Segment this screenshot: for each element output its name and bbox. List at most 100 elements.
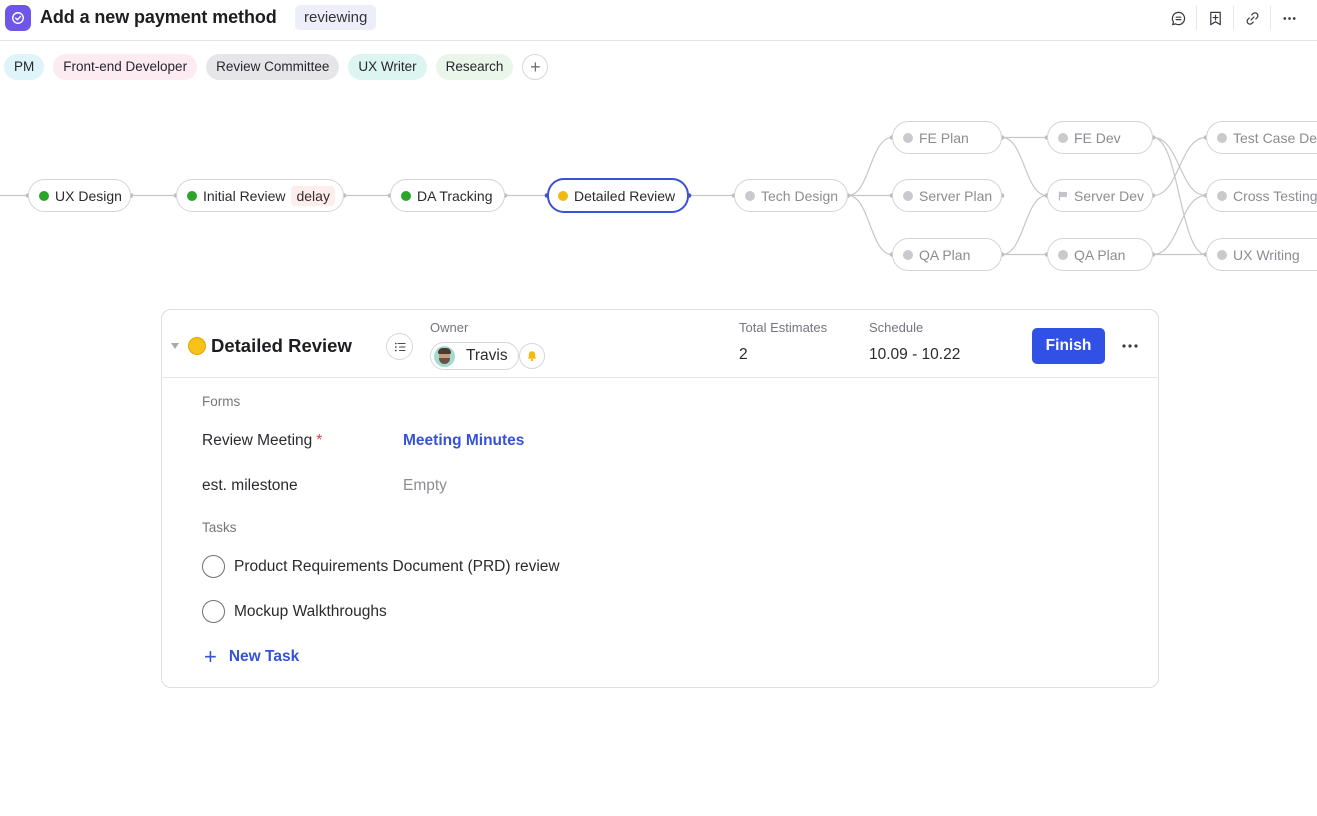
flow-node-server-plan[interactable]: Server Plan bbox=[892, 179, 1002, 212]
field-label-review-meeting: Review Meeting * bbox=[202, 432, 322, 450]
bell-icon bbox=[527, 351, 537, 362]
notify-button[interactable] bbox=[519, 343, 545, 369]
flow-node-label: UX Design bbox=[55, 187, 122, 204]
flow-node-label: FE Plan bbox=[919, 129, 969, 146]
flow-node-da-tracking[interactable]: DA Tracking bbox=[390, 179, 505, 212]
check-circle-icon bbox=[5, 5, 31, 31]
flow-node-label: FE Dev bbox=[1074, 129, 1121, 146]
more-horizontal-icon bbox=[1282, 16, 1296, 20]
role-chips: PM Front-end Developer Review Committee … bbox=[4, 54, 549, 80]
task-label[interactable]: Product Requirements Document (PRD) revi… bbox=[234, 558, 560, 576]
add-role-button[interactable]: + bbox=[522, 54, 549, 80]
flag-icon bbox=[1058, 191, 1067, 200]
page-header: Add a new payment method reviewing bbox=[0, 0, 1317, 41]
status-dot-icon bbox=[903, 132, 913, 143]
total-estimates-label: Total Estimates bbox=[739, 320, 828, 335]
flow-node-label: Server Dev bbox=[1074, 187, 1145, 204]
status-dot-icon bbox=[401, 190, 411, 201]
schedule-value[interactable]: 10.09 - 10.22 bbox=[869, 346, 960, 364]
new-task-button[interactable]: + New Task bbox=[204, 644, 300, 669]
flow-node-fe-plan[interactable]: FE Plan bbox=[892, 121, 1002, 154]
flow-node-label: Test Case De bbox=[1233, 129, 1317, 146]
card-header: Detailed Review Owner Travis Total Estim… bbox=[162, 310, 1158, 378]
link-button[interactable] bbox=[1234, 6, 1270, 30]
status-dot-icon bbox=[1058, 132, 1068, 143]
flow-node-cross-testing[interactable]: Cross Testing bbox=[1206, 179, 1317, 212]
flow-node-label: Initial Review bbox=[203, 187, 286, 204]
bookmark-button[interactable] bbox=[1197, 6, 1233, 30]
status-dot-icon bbox=[1217, 249, 1227, 260]
avatar bbox=[434, 345, 455, 367]
delay-badge: delay bbox=[291, 185, 335, 206]
flow-node-tech-design[interactable]: Tech Design bbox=[734, 179, 848, 212]
header-actions bbox=[1160, 6, 1307, 30]
plus-icon: + bbox=[204, 644, 217, 669]
tasks-section-label: Tasks bbox=[202, 520, 237, 535]
required-marker: * bbox=[316, 432, 323, 449]
flow-node-fe-dev[interactable]: FE Dev bbox=[1047, 121, 1153, 154]
flow-node-ux-design[interactable]: UX Design bbox=[28, 179, 131, 212]
flow-node-qa-plan-1[interactable]: QA Plan bbox=[892, 238, 1002, 271]
forms-section-label: Forms bbox=[202, 394, 241, 409]
flow-node-qa-plan-2[interactable]: QA Plan bbox=[1047, 238, 1153, 271]
role-chip-research[interactable]: Research bbox=[435, 54, 514, 80]
flow-edge-fe-plan-to-server-dev bbox=[1001, 136, 1048, 197]
flow-edge-tech-design-to-fe-plan bbox=[847, 136, 893, 197]
workflow-graph: UX Design Initial Review delay DA Tracking D… bbox=[0, 100, 1317, 290]
flow-edge-qa-plan-2-to-cross-testing bbox=[1152, 194, 1207, 256]
role-chip-front-end-developer[interactable]: Front-end Developer bbox=[53, 54, 198, 80]
status-dot-icon bbox=[745, 190, 755, 201]
flow-node-detailed-review[interactable]: Detailed Review bbox=[547, 178, 689, 213]
more-button[interactable] bbox=[1271, 6, 1307, 30]
owner-label: Owner bbox=[430, 320, 469, 335]
flow-edge-fe-dev-to-ux-writing bbox=[1152, 136, 1207, 256]
meeting-minutes-link[interactable]: Meeting Minutes bbox=[403, 432, 524, 450]
stage-status-dot bbox=[188, 337, 206, 355]
card-more-button[interactable] bbox=[1118, 336, 1142, 356]
task-checkbox[interactable] bbox=[202, 600, 225, 623]
list-icon bbox=[394, 342, 406, 351]
flow-node-server-dev[interactable]: Server Dev bbox=[1047, 179, 1153, 212]
finish-button[interactable]: Finish bbox=[1032, 328, 1105, 364]
task-list-button[interactable] bbox=[386, 333, 413, 360]
flow-node-label: Detailed Review bbox=[574, 187, 676, 204]
status-dot-icon bbox=[1217, 132, 1227, 143]
total-estimates-value: 2 bbox=[739, 346, 748, 363]
status-dot-icon bbox=[903, 190, 913, 201]
est-milestone-value[interactable]: Empty bbox=[403, 477, 447, 495]
stage-title: Detailed Review bbox=[211, 335, 352, 356]
field-label-text: Review Meeting bbox=[202, 432, 313, 449]
role-chip-ux-writer[interactable]: UX Writer bbox=[348, 54, 427, 80]
link-icon bbox=[1246, 11, 1258, 25]
flow-node-label: QA Plan bbox=[919, 246, 971, 263]
status-badge[interactable]: reviewing bbox=[295, 5, 377, 30]
task-item: Product Requirements Document (PRD) revi… bbox=[202, 555, 560, 578]
status-dot-icon bbox=[39, 190, 49, 201]
flow-edge-tech-design-to-qa-plan-1 bbox=[847, 194, 893, 256]
status-dot-icon bbox=[558, 190, 568, 201]
collapse-caret-icon[interactable] bbox=[171, 343, 179, 349]
owner-name: Travis bbox=[466, 347, 508, 364]
role-chip-review-committee[interactable]: Review Committee bbox=[206, 54, 340, 80]
role-chip-pm[interactable]: PM bbox=[4, 54, 45, 80]
flow-node-label: QA Plan bbox=[1074, 246, 1126, 263]
field-label-est-milestone: est. milestone bbox=[202, 477, 298, 494]
status-dot-icon bbox=[1217, 190, 1227, 201]
flow-node-test-case-design[interactable]: Test Case De bbox=[1206, 121, 1317, 154]
flow-node-label: Cross Testing bbox=[1233, 187, 1317, 204]
task-item: Mockup Walkthroughs bbox=[202, 600, 387, 623]
task-label[interactable]: Mockup Walkthroughs bbox=[234, 603, 387, 621]
plus-icon: + bbox=[530, 56, 541, 77]
new-task-label: New Task bbox=[228, 648, 300, 665]
task-checkbox[interactable] bbox=[202, 555, 225, 578]
comment-button[interactable] bbox=[1160, 6, 1196, 30]
flow-node-ux-writing[interactable]: UX Writing bbox=[1206, 238, 1317, 271]
owner-chip[interactable]: Travis bbox=[430, 342, 519, 370]
status-dot-icon bbox=[903, 249, 913, 260]
flow-node-label: Tech Design bbox=[761, 187, 839, 204]
flow-node-initial-review[interactable]: Initial Review delay bbox=[176, 179, 344, 212]
flow-edge-qa-plan-1-to-server-dev bbox=[1001, 194, 1048, 256]
bookmark-add-icon bbox=[1209, 11, 1221, 25]
flow-edge-server-dev-to-test-case-design bbox=[1152, 136, 1207, 197]
flow-node-label: Server Plan bbox=[919, 187, 993, 204]
